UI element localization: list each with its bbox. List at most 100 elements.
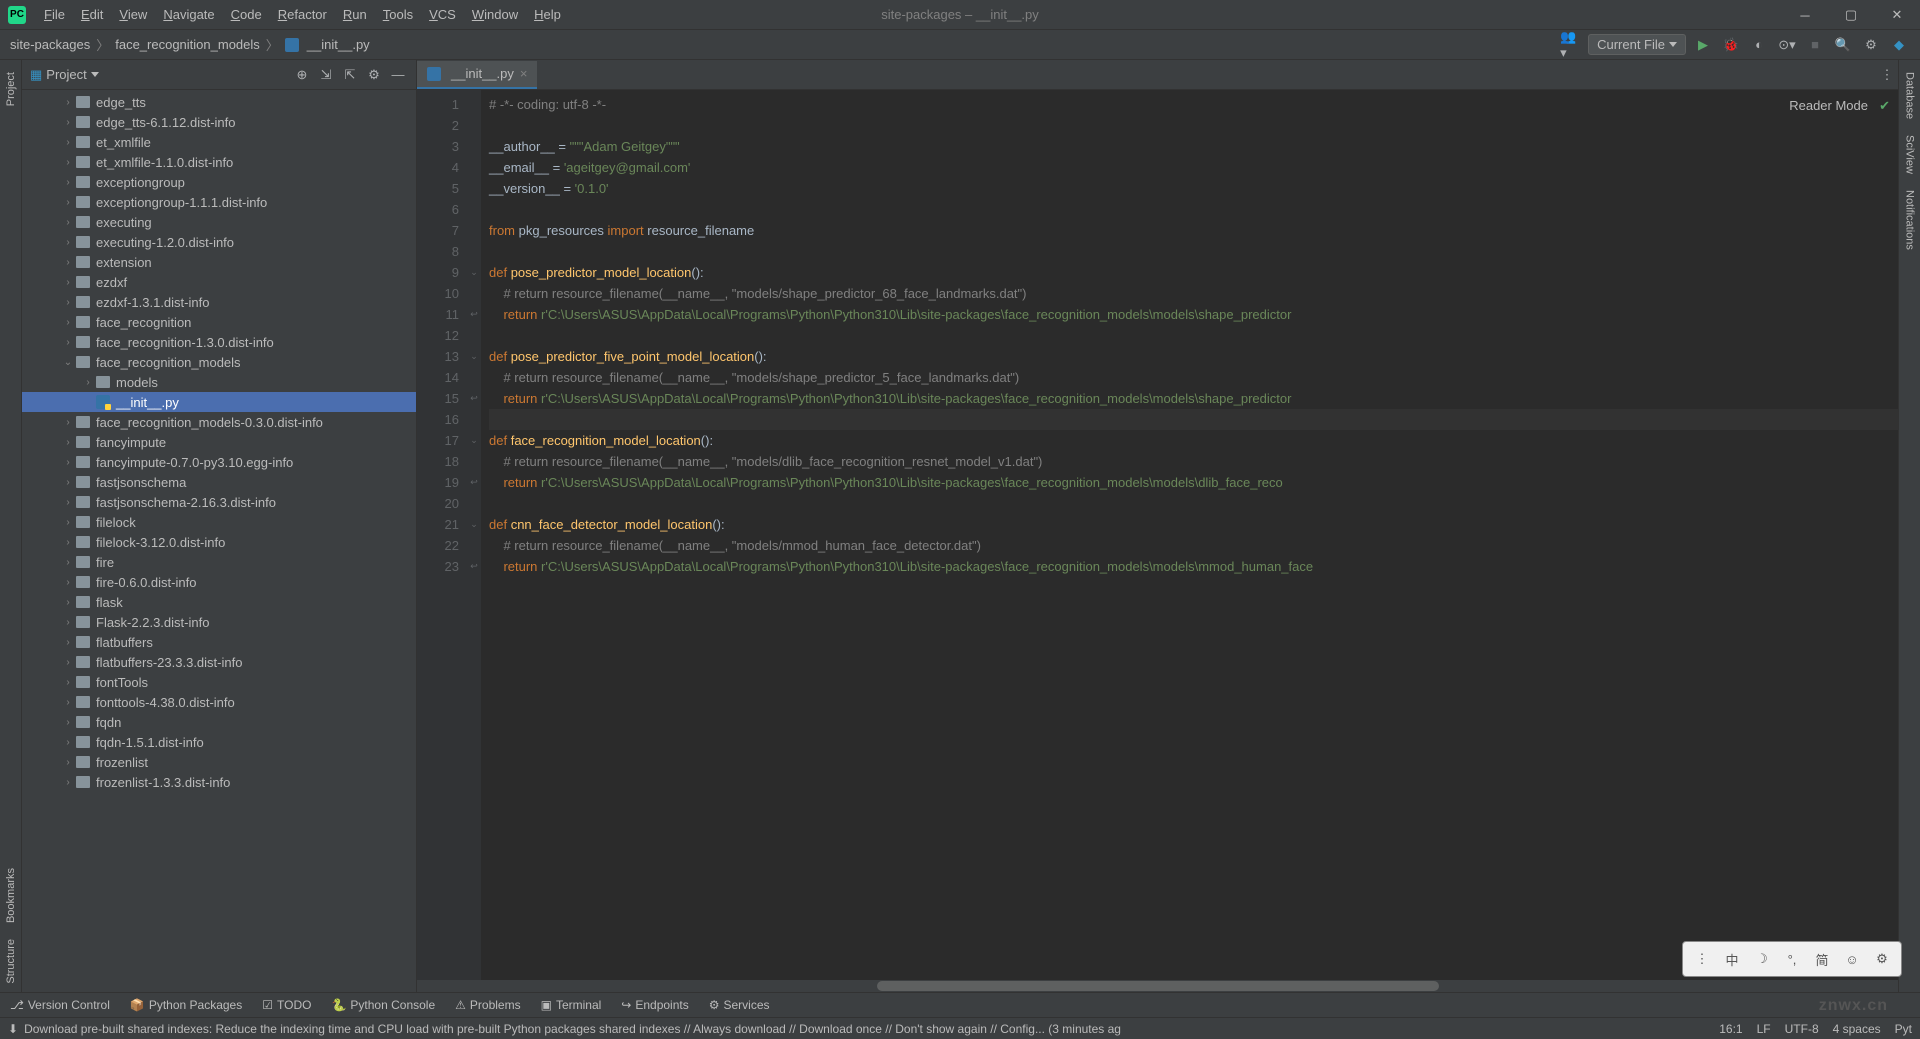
chevron-right-icon[interactable]: › — [60, 297, 76, 308]
stop-button[interactable]: ■ — [1804, 34, 1826, 56]
chevron-right-icon[interactable]: › — [60, 277, 76, 288]
code-editor[interactable]: # -*- coding: utf-8 -*- __author__ = """… — [481, 90, 1898, 980]
tool-window-bookmarks[interactable]: Bookmarks — [3, 860, 19, 931]
tree-item-ezdxf[interactable]: ›ezdxf — [22, 272, 416, 292]
tree-item-executing-1-2-0-dist-info[interactable]: ›executing-1.2.0.dist-info — [22, 232, 416, 252]
tree-item-flask[interactable]: ›flask — [22, 592, 416, 612]
tree-item-filelock-3-12-0-dist-info[interactable]: ›filelock-3.12.0.dist-info — [22, 532, 416, 552]
chevron-right-icon[interactable]: › — [60, 657, 76, 668]
maximize-button[interactable]: ▢ — [1828, 0, 1874, 30]
bottom-tab-problems[interactable]: ⚠Problems — [455, 998, 520, 1012]
tree-item-et-xmlfile[interactable]: ›et_xmlfile — [22, 132, 416, 152]
tree-item-models[interactable]: ›models — [22, 372, 416, 392]
chevron-right-icon[interactable]: › — [60, 497, 76, 508]
menu-file[interactable]: File — [36, 3, 73, 26]
ide-help-icon[interactable]: ◆ — [1888, 34, 1910, 56]
tree-item-flatbuffers-23-3-3-dist-info[interactable]: ›flatbuffers-23.3.3.dist-info — [22, 652, 416, 672]
code-with-me-icon[interactable]: 👥▾ — [1560, 34, 1582, 56]
file-encoding[interactable]: UTF-8 — [1785, 1022, 1819, 1036]
chevron-right-icon[interactable]: › — [60, 257, 76, 268]
chevron-right-icon[interactable]: › — [60, 197, 76, 208]
run-configuration-selector[interactable]: Current File — [1588, 34, 1686, 55]
tree-item-exceptiongroup-1-1-1-dist-info[interactable]: ›exceptiongroup-1.1.1.dist-info — [22, 192, 416, 212]
menu-edit[interactable]: Edit — [73, 3, 111, 26]
chevron-right-icon[interactable]: › — [60, 457, 76, 468]
tool-window-structure[interactable]: Structure — [3, 931, 19, 992]
fold-icon[interactable]: ⌄ — [467, 430, 481, 451]
fold-icon[interactable]: ⌄ — [467, 514, 481, 535]
tree-item-fonttools[interactable]: ›fontTools — [22, 672, 416, 692]
scrollbar-thumb[interactable] — [877, 981, 1439, 991]
ime-emoji-icon[interactable]: ☺ — [1839, 946, 1865, 972]
collapse-all-icon[interactable]: ⇱ — [340, 65, 360, 85]
chevron-right-icon[interactable]: › — [60, 337, 76, 348]
tool-window-sciview[interactable]: SciView — [1902, 127, 1918, 182]
bottom-tab-version-control[interactable]: ⎇Version Control — [10, 998, 110, 1012]
chevron-right-icon[interactable]: › — [60, 757, 76, 768]
tree-item-executing[interactable]: ›executing — [22, 212, 416, 232]
tree-item-extension[interactable]: ›extension — [22, 252, 416, 272]
chevron-right-icon[interactable]: › — [60, 557, 76, 568]
chevron-right-icon[interactable]: › — [60, 717, 76, 728]
tool-window-project[interactable]: Project — [3, 64, 19, 114]
editor-tab-init[interactable]: __init__.py × — [417, 61, 537, 89]
chevron-right-icon[interactable]: › — [60, 117, 76, 128]
ide-settings-icon[interactable]: ⚙ — [1860, 34, 1882, 56]
bottom-tab-python-packages[interactable]: 📦Python Packages — [130, 998, 242, 1012]
tab-list-icon[interactable]: ⋮ — [1876, 64, 1898, 86]
tree-item-fancyimpute-0-7-0-py3-10-egg-info[interactable]: ›fancyimpute-0.7.0-py3.10.egg-info — [22, 452, 416, 472]
reader-mode-label[interactable]: Reader Mode — [1789, 98, 1868, 113]
coverage-button[interactable]: ◐ — [1748, 34, 1770, 56]
tree-item-flask-2-2-3-dist-info[interactable]: ›Flask-2.2.3.dist-info — [22, 612, 416, 632]
minimize-button[interactable]: ─ — [1782, 0, 1828, 30]
tool-window-notifications[interactable]: Notifications — [1902, 182, 1918, 258]
tree-item-fire-0-6-0-dist-info[interactable]: ›fire-0.6.0.dist-info — [22, 572, 416, 592]
crumb-0[interactable]: site-packages — [10, 37, 90, 52]
chevron-right-icon[interactable]: › — [60, 577, 76, 588]
chevron-right-icon[interactable]: › — [60, 317, 76, 328]
expand-all-icon[interactable]: ⇲ — [316, 65, 336, 85]
tree-item-fire[interactable]: ›fire — [22, 552, 416, 572]
crumb-1[interactable]: face_recognition_models — [115, 37, 260, 52]
chevron-right-icon[interactable]: › — [60, 697, 76, 708]
menu-code[interactable]: Code — [223, 3, 270, 26]
fold-icon[interactable]: ⌄ — [467, 346, 481, 367]
tree-item-face-recognition[interactable]: ›face_recognition — [22, 312, 416, 332]
ime-simplified-icon[interactable]: 简 — [1809, 946, 1835, 972]
chevron-right-icon[interactable]: › — [60, 477, 76, 488]
tree-item-fqdn-1-5-1-dist-info[interactable]: ›fqdn-1.5.1.dist-info — [22, 732, 416, 752]
chevron-right-icon[interactable]: › — [60, 737, 76, 748]
menu-view[interactable]: View — [111, 3, 155, 26]
menu-vcs[interactable]: VCS — [421, 3, 464, 26]
indent-setting[interactable]: 4 spaces — [1833, 1022, 1881, 1036]
tree-item-et-xmlfile-1-1-0-dist-info[interactable]: ›et_xmlfile-1.1.0.dist-info — [22, 152, 416, 172]
chevron-right-icon[interactable]: › — [60, 777, 76, 788]
bottom-tab-python-console[interactable]: 🐍Python Console — [331, 998, 435, 1012]
bottom-tab-todo[interactable]: ☑TODO — [262, 998, 311, 1012]
hide-panel-icon[interactable]: — — [388, 65, 408, 85]
chevron-right-icon[interactable]: › — [60, 617, 76, 628]
profile-button[interactable]: ⊙▾ — [1776, 34, 1798, 56]
ime-lang-icon[interactable]: 中 — [1719, 946, 1745, 972]
tree-item-frozenlist-1-3-3-dist-info[interactable]: ›frozenlist-1.3.3.dist-info — [22, 772, 416, 792]
chevron-right-icon[interactable]: › — [60, 417, 76, 428]
debug-button[interactable]: 🐞 — [1720, 34, 1742, 56]
scrollbar-track[interactable] — [877, 980, 1898, 992]
tree-item-edge-tts-6-1-12-dist-info[interactable]: ›edge_tts-6.1.12.dist-info — [22, 112, 416, 132]
bottom-tab-services[interactable]: ⚙Services — [709, 998, 770, 1012]
menu-window[interactable]: Window — [464, 3, 526, 26]
project-panel-title[interactable]: ▦ Project — [30, 67, 292, 83]
ime-drag-icon[interactable]: ⋮ — [1689, 946, 1715, 972]
tree-item-flatbuffers[interactable]: ›flatbuffers — [22, 632, 416, 652]
status-message[interactable]: ⬇ Download pre-built shared indexes: Red… — [8, 1022, 1709, 1036]
project-tree[interactable]: ›edge_tts›edge_tts-6.1.12.dist-info›et_x… — [22, 90, 416, 992]
chevron-right-icon[interactable]: › — [60, 677, 76, 688]
tree-item-fancyimpute[interactable]: ›fancyimpute — [22, 432, 416, 452]
fold-icon[interactable]: ⌄ — [467, 262, 481, 283]
chevron-right-icon[interactable]: › — [60, 537, 76, 548]
menu-help[interactable]: Help — [526, 3, 569, 26]
tree-item-filelock[interactable]: ›filelock — [22, 512, 416, 532]
chevron-down-icon[interactable]: ⌄ — [60, 357, 76, 368]
tree-item-face-recognition-models[interactable]: ⌄face_recognition_models — [22, 352, 416, 372]
inspection-ok-icon[interactable]: ✔ — [1879, 98, 1890, 114]
